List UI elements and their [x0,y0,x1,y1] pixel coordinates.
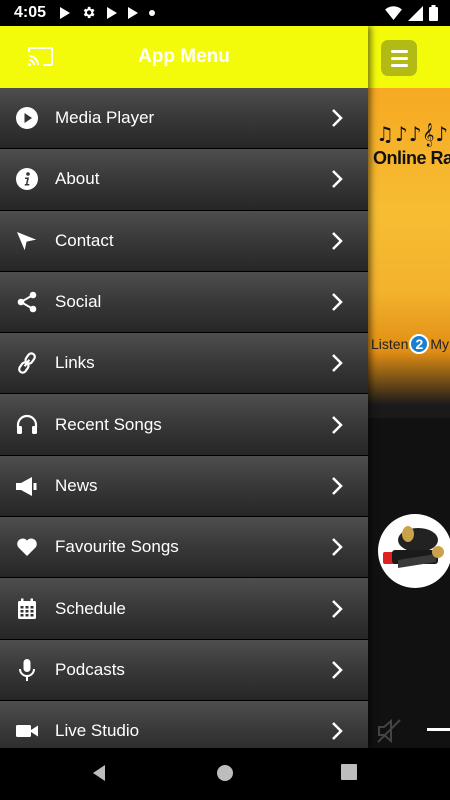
menu-item-recent-songs[interactable]: Recent Songs [0,394,368,456]
chevron-right-icon [332,722,343,740]
megaphone-icon [14,473,40,499]
menu-item-label: Links [55,353,95,373]
heart-icon [14,534,40,560]
play-circle-icon [14,105,40,131]
microphone-icon [14,657,40,683]
menu-item-label: Recent Songs [55,414,162,434]
station-logo-image [383,526,444,568]
menu-item-media-player[interactable]: Media Player [0,88,368,150]
menu-item-label: Schedule [55,598,126,618]
chevron-right-icon [332,354,343,373]
listen-text: Listen [371,336,409,352]
send-icon [14,228,40,254]
drawer-title: App Menu [138,46,230,67]
menu-item-label: About [55,169,100,189]
menu-item-label: Contact [55,230,114,250]
chevron-right-icon [332,293,343,311]
app-menu-drawer: App Menu Media Player About Contact Soci… [0,26,368,748]
chevron-right-icon [332,477,343,495]
menu-item-live-studio[interactable]: Live Studio [0,700,368,748]
menu-item-label: News [55,475,98,495]
menu-button[interactable] [381,40,417,76]
signal-icon [408,5,423,21]
mute-icon[interactable] [374,716,404,746]
recents-icon[interactable] [341,764,357,780]
menu-item-label: Favourite Songs [55,537,179,557]
system-navigation-bar [0,748,450,800]
menu-item-social[interactable]: Social [0,271,368,334]
chevron-right-icon [332,170,343,189]
status-bar: 4:05 [0,0,450,26]
headphones-icon [14,412,40,438]
hamburger-icon [390,63,408,67]
chevron-right-icon [332,660,343,679]
play-icon [128,6,138,19]
menu-item-news[interactable]: News [0,455,368,518]
menu-item-schedule[interactable]: Schedule [0,578,368,640]
home-icon[interactable] [216,764,234,782]
hamburger-icon [390,56,408,60]
myradio-text: MyR [430,336,450,352]
settings-icon [83,6,95,19]
menu-item-links[interactable]: Links [0,333,368,395]
listen2myradio-logo: Listen 2 MyR [371,334,450,354]
menu-list: Media Player About Contact Social Links … [0,88,368,748]
menu-item-podcasts[interactable]: Podcasts [0,639,368,701]
back-icon[interactable] [90,764,108,782]
drawer-header: App Menu [0,26,368,88]
system-icons [385,5,438,21]
station-banner: ♫♪♪𝄞♪♪ Online Rad Listen 2 MyR [368,88,450,418]
hamburger-icon [390,49,408,53]
chevron-right-icon [332,538,343,557]
chevron-right-icon [332,599,343,618]
video-camera-icon [14,718,40,744]
link-icon [14,350,40,376]
wifi-icon [385,6,402,20]
status-time: 4:05 [14,4,47,21]
station-logo[interactable] [378,514,450,588]
menu-item-contact[interactable]: Contact [0,210,368,272]
calendar-icon [14,596,40,622]
chevron-right-icon [332,415,343,434]
info-icon [14,166,40,192]
banner-title: Online Rad [373,148,450,168]
listen-two-badge: 2 [409,334,430,354]
menu-item-about[interactable]: About [0,149,368,211]
share-icon [14,289,40,315]
dot-icon [149,9,155,16]
volume-slider[interactable] [427,728,450,731]
menu-item-label: Social [55,292,102,312]
music-notes: ♫♪♪𝄞♪♪ [376,122,450,146]
notification-icons [60,5,155,20]
play-icon [107,6,117,19]
chevron-right-icon [332,231,343,250]
menu-item-label: Podcasts [55,659,125,679]
menu-item-favourite-songs[interactable]: Favourite Songs [0,517,368,579]
chevron-right-icon [332,109,343,128]
menu-item-label: Media Player [55,108,155,128]
menu-item-label: Live Studio [55,721,140,741]
app-header [368,26,450,88]
battery-icon [429,5,438,21]
play-icon [60,6,70,19]
